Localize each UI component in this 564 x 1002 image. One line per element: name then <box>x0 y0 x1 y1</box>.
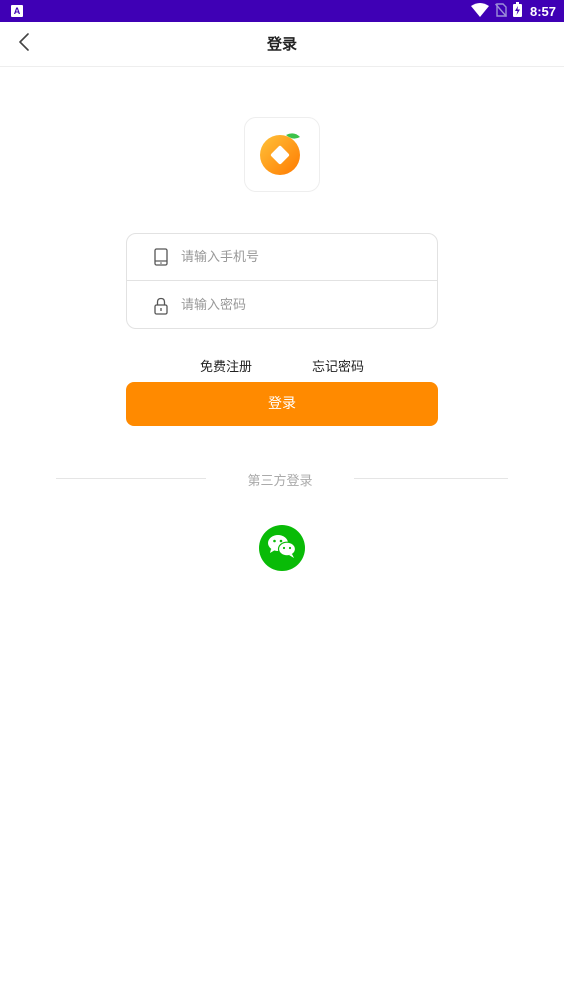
phone-input[interactable] <box>181 242 423 272</box>
login-form <box>126 233 438 329</box>
chevron-left-icon <box>18 33 30 55</box>
divider-right <box>354 478 508 479</box>
notification-icon: A <box>11 5 23 17</box>
no-sim-icon <box>494 2 507 21</box>
third-party-label: 第三方登录 <box>247 474 313 489</box>
forgot-password-link[interactable]: 忘记密码 <box>312 356 364 375</box>
phone-icon <box>153 247 169 267</box>
battery-charging-icon <box>512 1 522 21</box>
wifi-icon <box>470 2 489 21</box>
status-right-group: 8:57 <box>470 0 556 22</box>
lock-icon <box>153 296 169 316</box>
wechat-login-button[interactable] <box>259 525 305 571</box>
login-button[interactable]: 登录 <box>126 382 438 426</box>
page-title: 登录 <box>266 35 297 53</box>
status-bar: A 8:57 <box>0 0 564 22</box>
nav-bar: 登录 <box>0 22 564 67</box>
orange-logo-icon <box>258 129 306 181</box>
register-link[interactable]: 免费注册 <box>200 356 252 375</box>
app-logo <box>244 117 320 192</box>
password-input[interactable] <box>181 290 423 321</box>
divider-left <box>56 478 206 479</box>
wechat-icon <box>267 533 297 563</box>
password-row <box>127 282 437 329</box>
status-time: 8:57 <box>529 3 556 19</box>
back-button[interactable] <box>12 32 36 56</box>
phone-row <box>127 234 437 281</box>
